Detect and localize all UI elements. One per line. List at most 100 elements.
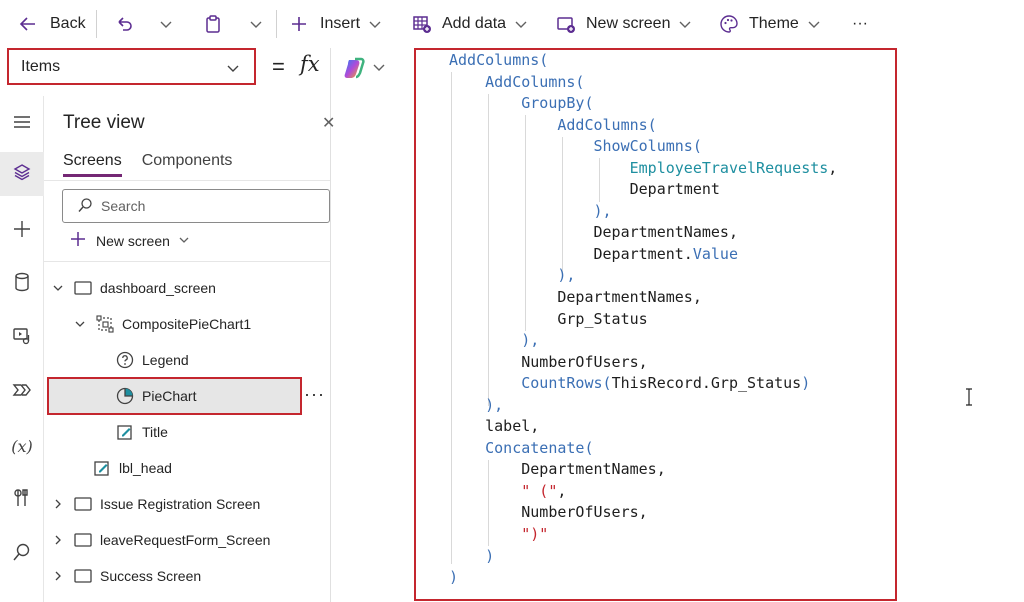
panel-divider [44,261,330,262]
data-button[interactable] [0,262,44,306]
new-screen-icon [556,14,576,34]
edit-label-icon [93,459,111,477]
edit-label-icon [116,423,134,441]
insert-button[interactable]: Insert [290,0,382,48]
tree-node-label: Legend [142,352,189,368]
media-button[interactable] [0,316,44,360]
equals-sign: = [272,54,285,79]
code-line: ), [449,201,837,223]
paste-dropdown[interactable] [249,0,263,48]
tree-view-title: Tree view [63,112,145,133]
paste-button[interactable] [203,0,223,48]
code-line: Department.Value [449,244,837,266]
plus-icon [12,219,32,244]
code-token: ) [801,374,811,393]
tree-node-label: Issue Registration Screen [100,496,261,512]
power-automate-icon [12,380,32,405]
code-line: CountRows(ThisRecord.Grp_Status) [449,373,837,395]
chevron-right-icon[interactable] [52,570,64,582]
screen-icon [74,531,92,549]
media-icon [12,326,32,351]
more-options-button[interactable]: ··· [304,384,325,405]
property-value: Items [21,57,61,75]
back-button[interactable]: Back [18,0,86,48]
pie-chart-icon [116,387,134,405]
tree-node-composite-pie-chart[interactable]: CompositePieChart1 [74,307,251,341]
tree-node-pie-chart[interactable]: PieChart [116,379,196,413]
more-commands-button[interactable]: ··· [852,0,868,48]
code-line: NumberOfUsers, [449,352,837,374]
layers-icon [12,162,32,187]
copilot-icon [344,57,386,83]
add-data-button[interactable]: Add data [412,0,528,48]
code-token: ) [449,568,459,587]
chevron-down-icon [368,17,382,31]
code-line: ), [449,330,837,352]
code-line: DepartmentNames, [449,287,837,309]
property-dropdown[interactable]: Items [7,48,256,85]
left-rail: (𝑥) [0,96,44,602]
hamburger-icon [12,114,32,135]
toolbar-divider [276,10,277,38]
code-token: DepartmentNames, [449,288,702,307]
add-data-label: Add data [442,15,507,32]
new-screen-label: New screen [586,15,671,32]
code-token: label, [449,417,540,436]
copilot-button[interactable] [344,57,386,84]
theme-button[interactable]: Theme [719,0,821,48]
chevron-down-icon [807,17,821,31]
tree-view-button[interactable] [0,152,44,196]
tree-node-legend[interactable]: Legend [116,343,189,377]
search-icon [12,542,32,567]
new-screen-button[interactable]: New screen [556,0,692,48]
code-token: ), [449,395,504,414]
undo-dropdown[interactable] [159,0,173,48]
chevron-down-icon [678,17,692,31]
code-line: label, [449,416,837,438]
code-token: ThisRecord.Grp_Status [611,374,802,393]
tree-node-lbl-head[interactable]: lbl_head [93,451,172,485]
chevron-down-icon [159,17,173,31]
code-token: " (" [449,481,558,500]
tab-components[interactable]: Components [142,152,233,177]
code-line: AddColumns( [449,50,837,72]
menu-button[interactable] [0,102,44,146]
close-icon[interactable]: ✕ [322,113,335,133]
chevron-down-icon [226,61,240,80]
tree-node-leave-request-screen[interactable]: leaveRequestForm_Screen [52,523,270,557]
chevron-down-icon [249,17,263,31]
search-rail-button[interactable] [0,532,44,576]
code-line: Department [449,179,837,201]
chevron-down-icon[interactable] [52,282,64,294]
screen-icon [74,279,92,297]
code-token: ShowColumns( [449,137,702,156]
clipboard-icon [203,14,223,34]
insert-rail-button[interactable] [0,209,44,253]
chevron-right-icon[interactable] [52,534,64,546]
search-input[interactable]: Search [62,189,330,223]
tree-node-dashboard-screen[interactable]: dashboard_screen [52,271,216,305]
chevron-down-icon[interactable] [74,318,86,330]
variables-icon[interactable]: (𝑥) [0,424,44,468]
code-line: Concatenate( [449,438,837,460]
code-token: ), [449,201,612,220]
chevron-right-icon[interactable] [52,498,64,510]
code-line: NumberOfUsers, [449,502,837,524]
code-line: " (", [449,481,837,503]
code-line: ), [449,395,837,417]
arrow-left-icon [18,14,38,34]
tree-node-label: dashboard_screen [100,280,216,296]
undo-button[interactable] [114,0,134,48]
fx-icon[interactable]: fx [300,52,320,76]
tab-screens[interactable]: Screens [63,152,122,177]
code-token: Value [692,244,738,263]
advanced-tools-button[interactable] [0,478,44,522]
tree-node-title[interactable]: Title [116,415,168,449]
code-token: Concatenate( [449,438,594,457]
new-screen-tree-label: New screen [96,232,170,249]
code-token: AddColumns( [449,115,657,134]
tree-node-issue-registration-screen[interactable]: Issue Registration Screen [52,487,260,521]
new-screen-tree-button[interactable]: New screen [70,231,190,250]
power-automate-button[interactable] [0,370,44,414]
tree-node-success-screen[interactable]: Success Screen [52,559,201,593]
